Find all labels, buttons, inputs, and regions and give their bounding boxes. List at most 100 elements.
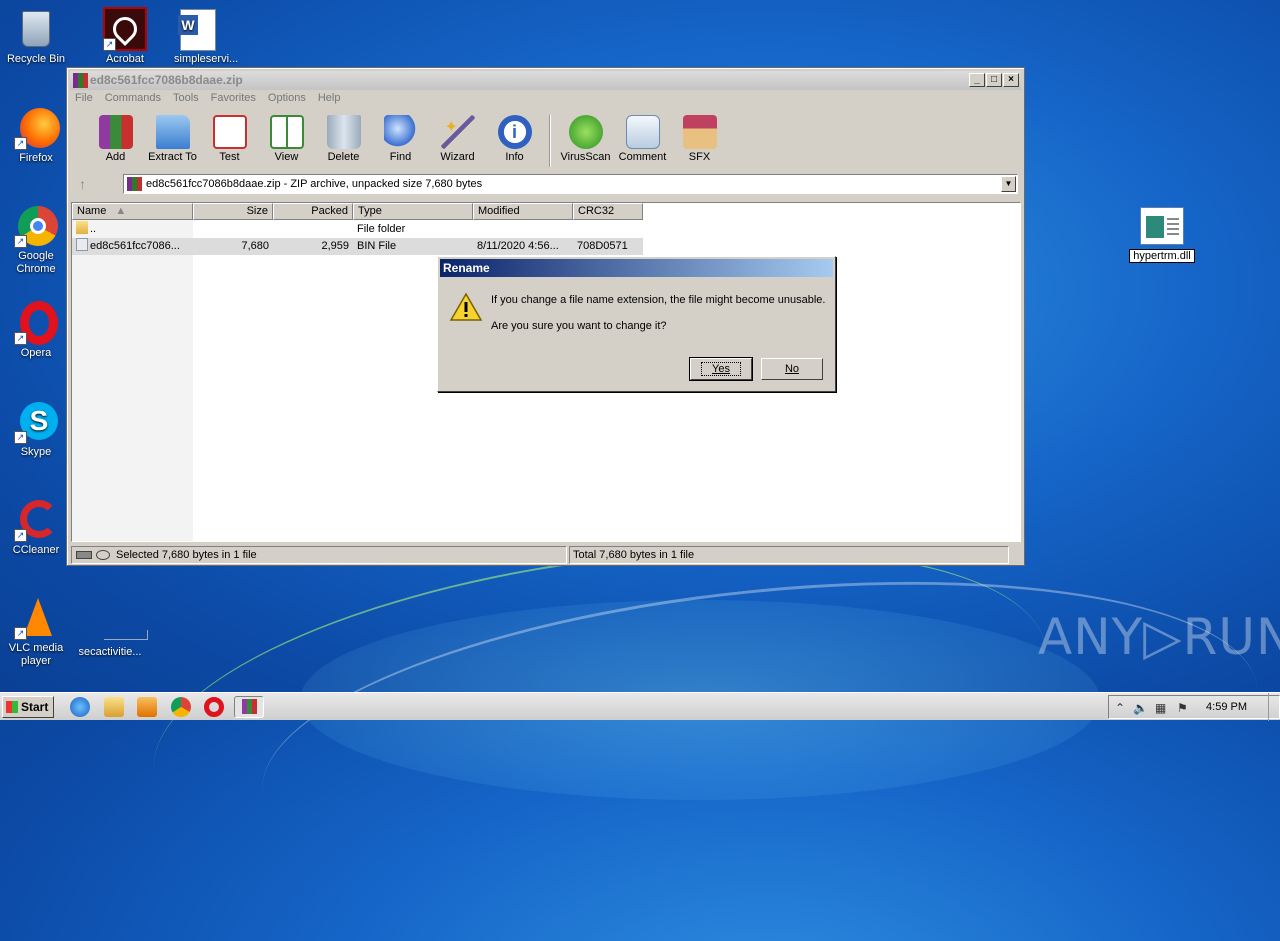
desktop-icon-vlc[interactable]: ↗ VLC media player <box>0 596 72 668</box>
file-explorer-icon[interactable] <box>104 697 124 717</box>
column-crc32[interactable]: CRC32 <box>573 203 643 220</box>
rename-field[interactable]: hypertrm.dll <box>1129 249 1195 263</box>
status-right: Total 7,680 bytes in 1 file <box>569 546 1009 564</box>
menu-commands[interactable]: Commands <box>105 92 161 104</box>
column-type[interactable]: Type <box>353 203 473 220</box>
virusscan-button[interactable]: VirusScan <box>557 115 614 167</box>
wizard-button[interactable]: ✦ Wizard <box>429 115 486 167</box>
yes-button[interactable]: Yes <box>689 357 753 381</box>
desktop-icon-acrobat[interactable]: ↗ Acrobat <box>75 7 147 66</box>
desktop-icon-skype[interactable]: S ↗ Skype <box>0 400 72 459</box>
desktop-icon-ccleaner[interactable]: ↗ CCleaner <box>0 498 72 557</box>
window-title: ed8c561fcc7086b8daae.zip <box>90 73 243 87</box>
shortcut-arrow-icon: ↗ <box>103 38 116 51</box>
acrobat-icon: ↗ <box>89 7 147 51</box>
table-row[interactable]: .. File folder <box>72 221 643 238</box>
sfx-box-icon <box>682 115 717 149</box>
status-bar: Selected 7,680 bytes in 1 file Total 7,6… <box>71 546 1021 564</box>
menu-options[interactable]: Options <box>268 92 306 104</box>
view-button[interactable]: View <box>258 115 315 167</box>
shortcut-arrow-icon: ↗ <box>14 627 27 640</box>
system-tray: ⌃ 🔈 ▦ ⚑ 4:59 PM <box>1108 695 1280 719</box>
sort-arrow-icon: ▲ <box>115 205 127 217</box>
list-header: Name ▲ Size Packed Type Modified CRC32 <box>72 203 1020 220</box>
test-button[interactable]: Test <box>201 115 258 167</box>
address-row: ↑ ed8c561fcc7086b8daae.zip - ZIP archive… <box>73 173 1018 195</box>
window-titlebar[interactable]: ed8c561fcc7086b8daae.zip _ □ × <box>70 71 1021 90</box>
desktop-icon-hypertrm[interactable]: hypertrm.dll <box>1128 207 1196 263</box>
column-packed[interactable]: Packed <box>273 203 353 220</box>
minimize-button[interactable]: _ <box>969 73 985 87</box>
dialog-message: If you change a file name extension, the… <box>491 294 826 306</box>
address-text: ed8c561fcc7086b8daae.zip - ZIP archive, … <box>146 178 483 190</box>
chrome-taskbar-icon[interactable] <box>171 697 191 717</box>
opera-taskbar-icon[interactable] <box>204 697 224 717</box>
winrar-taskbar-button[interactable] <box>234 696 264 718</box>
shortcut-arrow-icon: ↗ <box>14 332 27 345</box>
menu-bar: File Commands Tools Favorites Options He… <box>75 92 340 104</box>
up-arrow-icon[interactable]: ↑ <box>79 176 95 192</box>
menu-favorites[interactable]: Favorites <box>211 92 256 104</box>
address-combo[interactable]: ed8c561fcc7086b8daae.zip - ZIP archive, … <box>123 174 1018 194</box>
media-player-icon[interactable] <box>137 697 157 717</box>
dialog-question: Are you sure you want to change it? <box>491 320 667 332</box>
sfx-button[interactable]: SFX <box>671 115 728 167</box>
bug-icon <box>568 115 603 149</box>
add-button[interactable]: Add <box>87 115 144 167</box>
skype-icon: S ↗ <box>14 400 58 444</box>
dialog-title[interactable]: Rename <box>440 259 833 277</box>
desktop-icon-chrome[interactable]: ↗ Google Chrome <box>0 204 72 276</box>
menu-help[interactable]: Help <box>318 92 341 104</box>
toolbar: Add Extract To Test View Delete Find ✦ W… <box>87 115 728 167</box>
name-column-shade <box>72 220 193 541</box>
no-button[interactable]: No <box>761 358 823 380</box>
menu-tools[interactable]: Tools <box>173 92 199 104</box>
desktop-icon-recycle-bin[interactable]: Recycle Bin <box>0 7 72 66</box>
delete-button[interactable]: Delete <box>315 115 372 167</box>
show-desktop-button[interactable] <box>1268 693 1280 721</box>
close-button[interactable]: × <box>1003 73 1019 87</box>
dll-file-icon <box>1140 207 1184 245</box>
menu-file[interactable]: File <box>75 92 93 104</box>
desktop-icon-simpleservice[interactable]: W simpleservi... <box>150 7 238 66</box>
shortcut-arrow-icon: ↗ <box>14 137 27 150</box>
extract-to-button[interactable]: Extract To <box>144 115 201 167</box>
magic-wand-icon: ✦ <box>440 115 475 149</box>
network-icon[interactable]: ▦ <box>1155 701 1166 715</box>
checklist-icon <box>212 115 247 149</box>
word-document-icon: W <box>164 7 216 51</box>
desktop-icon-firefox[interactable]: ↗ Firefox <box>0 106 72 165</box>
vlc-cone-icon: ↗ <box>14 596 58 640</box>
chevron-up-icon[interactable]: ⌃ <box>1115 701 1125 715</box>
firefox-icon: ↗ <box>14 106 60 150</box>
desktop-icon-secactivities[interactable]: secactivitie... <box>74 600 148 659</box>
column-name[interactable]: Name ▲ <box>72 203 193 220</box>
flag-icon[interactable]: ⚑ <box>1177 701 1188 715</box>
comment-button[interactable]: Comment <box>614 115 671 167</box>
volume-icon[interactable]: 🔈 <box>1133 701 1148 715</box>
column-modified[interactable]: Modified <box>473 203 573 220</box>
column-size[interactable]: Size <box>193 203 273 220</box>
start-button[interactable]: Start <box>2 696 54 718</box>
toolbar-separator <box>549 115 551 167</box>
rename-dialog: Rename If you change a file name extensi… <box>437 256 836 392</box>
table-row[interactable]: ed8c561fcc7086... 7,680 2,959 BIN File 8… <box>72 238 643 255</box>
magnifier-icon <box>383 115 418 149</box>
windows-logo-icon <box>6 701 18 713</box>
drive-icon <box>76 550 112 560</box>
warning-icon <box>449 292 483 322</box>
internet-explorer-icon[interactable] <box>70 697 90 717</box>
info-button[interactable]: i Info <box>486 115 543 167</box>
shortcut-arrow-icon: ↗ <box>14 529 27 542</box>
maximize-button[interactable]: □ <box>986 73 1002 87</box>
desktop-icon-opera[interactable]: ↗ Opera <box>0 301 72 360</box>
clock[interactable]: 4:59 PM <box>1206 701 1247 713</box>
chevron-down-icon[interactable]: ▼ <box>1001 176 1016 192</box>
taskbar: Start ⌃ 🔈 ▦ ⚑ 4:59 PM <box>0 692 1280 721</box>
info-icon: i <box>497 115 532 149</box>
folder-icon <box>76 221 88 234</box>
find-button[interactable]: Find <box>372 115 429 167</box>
recycle-bin-icon <box>14 7 58 51</box>
blank-file-icon <box>88 600 148 644</box>
winrar-icon <box>242 699 257 714</box>
